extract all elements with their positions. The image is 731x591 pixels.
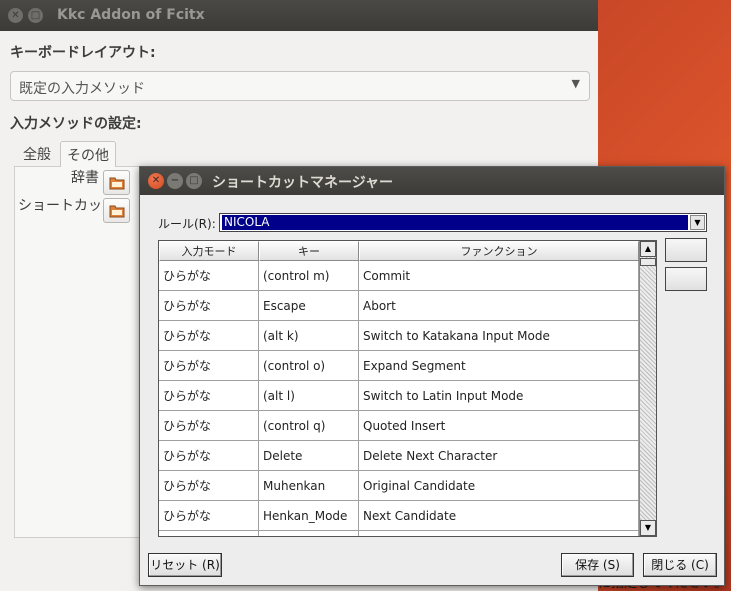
cell-function [359,531,639,536]
table-row[interactable]: ひらがな Delete Delete Next Character [159,441,639,471]
table-row[interactable]: ひらがな Muhenkan Original Candidate [159,471,639,501]
cell-key: (control q) [259,411,359,441]
cell-key: Henkan_Mode [259,501,359,531]
input-method-select[interactable]: 既定の入力メソッド ▼ [10,71,590,101]
cell-key: (alt k) [259,321,359,351]
close-button[interactable]: 閉じる (C) [643,553,717,577]
folder-icon [109,205,125,218]
table-row[interactable]: ひらがな (control q) Quoted Insert [159,411,639,441]
table-row[interactable]: ひらがな Escape Abort [159,291,639,321]
cell-mode: ひらがな [159,441,259,471]
cell-function: Commit [359,261,639,291]
table-header: 入力モード キー ファンクション [159,241,639,261]
cell-function: Switch to Katakana Input Mode [359,321,639,351]
cell-key: (control m) [259,261,359,291]
shortcut-label: ショートカット [18,198,116,214]
cell-function: Quoted Insert [359,411,639,441]
maximize-icon[interactable]: □ [28,8,43,23]
dictionary-label: 辞書 [71,170,99,186]
cell-mode: ひらがな [159,471,259,501]
table-row[interactable]: ひらがな (alt k) Switch to Katakana Input Mode [159,321,639,351]
tab-general[interactable]: 全般 [17,141,57,167]
scrollbar-thumb[interactable] [640,258,656,266]
cell-key: Delete [259,441,359,471]
table-row[interactable]: ひらがな (control m) Commit [159,261,639,291]
dialog-title: ショートカットマネージャー [212,175,394,191]
input-method-value: 既定の入力メソッド [19,81,145,97]
cell-key: (control o) [259,351,359,381]
dialog-titlebar[interactable]: ✕ − □ ショートカットマネージャー [140,167,724,195]
rule-label: ルール(R): [158,217,216,231]
save-button[interactable]: 保存 (S) [561,553,634,577]
cell-mode: ひらがな [159,411,259,441]
cell-function: Original Candidate [359,471,639,501]
tab-other[interactable]: その他 [60,141,116,167]
cell-function: Expand Segment [359,351,639,381]
tab-label: その他 [67,148,109,164]
cell-key [259,531,359,536]
close-icon[interactable]: ✕ [8,8,23,23]
shortcut-manager-dialog: ✕ − □ ショートカットマネージャー ルール(R): NICOLA ▼ 入力モ… [139,166,725,586]
column-header-key[interactable]: キー [259,241,359,261]
cell-key: Muhenkan [259,471,359,501]
chevron-down-icon[interactable]: ▼ [690,215,705,230]
cell-mode: ひらがな [159,291,259,321]
remove-shortcut-button[interactable] [665,267,707,291]
cell-mode [159,531,259,536]
cell-function: Abort [359,291,639,321]
dictionary-open-button[interactable] [103,170,130,195]
chevron-down-icon: ▼ [571,77,580,90]
cell-mode: ひらがな [159,351,259,381]
close-icon[interactable]: ✕ [148,173,164,189]
column-header-mode[interactable]: 入力モード [159,241,259,261]
cell-function: Switch to Latin Input Mode [359,381,639,411]
column-header-function[interactable]: ファンクション [359,241,639,261]
scroll-down-icon[interactable]: ▼ [640,520,656,536]
table-row[interactable]: ひらがな Henkan_Mode Next Candidate [159,501,639,531]
scroll-up-icon[interactable]: ▲ [640,241,656,257]
table-row[interactable] [159,531,639,536]
cell-function: Next Candidate [359,501,639,531]
table-row[interactable]: ひらがな (alt l) Switch to Latin Input Mode [159,381,639,411]
cell-mode: ひらがな [159,321,259,351]
shortcut-table: 入力モード キー ファンクション ひらがな (control m) Commit ひら… [158,240,657,537]
table-row[interactable]: ひらがな (control o) Expand Segment [159,351,639,381]
folder-icon [109,177,125,190]
cell-key: (alt l) [259,381,359,411]
reset-button[interactable]: リセット (R) [148,553,222,577]
keyboard-layout-label: キーボードレイアウト: [10,45,156,61]
window-titlebar[interactable]: ✕ □ Kkc Addon of Fcitx [0,0,598,31]
rule-select[interactable]: NICOLA ▼ [219,213,707,232]
rule-value: NICOLA [221,214,689,231]
shortcut-open-button[interactable] [103,198,130,223]
cell-key: Escape [259,291,359,321]
im-settings-label: 入力メソッドの設定: [10,116,142,132]
cell-function: Delete Next Character [359,441,639,471]
window-title: Kkc Addon of Fcitx [57,7,205,23]
minimize-icon[interactable]: − [167,173,183,189]
tab-label: 全般 [23,147,51,163]
cell-mode: ひらがな [159,501,259,531]
maximize-icon[interactable]: □ [186,173,202,189]
add-shortcut-button[interactable] [665,238,707,262]
cell-mode: ひらがな [159,261,259,291]
cell-mode: ひらがな [159,381,259,411]
vertical-scrollbar[interactable]: ▲ ▼ [639,241,656,536]
